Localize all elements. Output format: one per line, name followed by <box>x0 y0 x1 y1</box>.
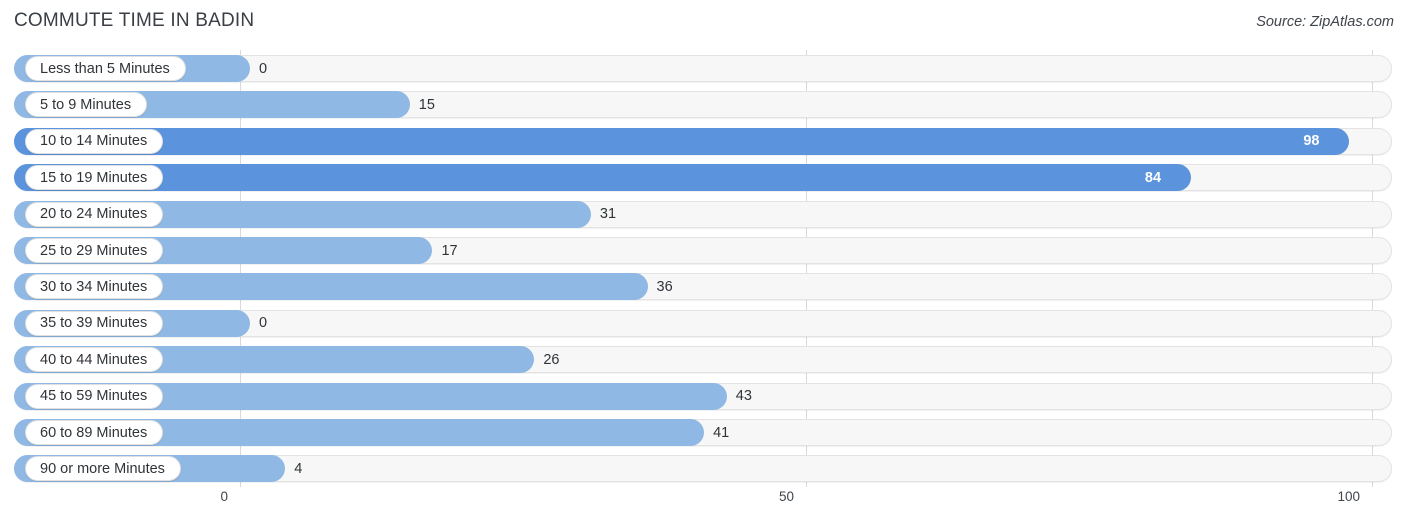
category-label: Less than 5 Minutes <box>25 56 186 81</box>
bar-value-label: 0 <box>259 315 268 332</box>
category-label: 60 to 89 Minutes <box>25 420 164 445</box>
bar-value-label: 98 <box>1303 133 1320 150</box>
bar-value-label: 36 <box>656 278 673 295</box>
x-axis: 0 50 100 <box>0 487 1406 523</box>
bar-row[interactable]: 10 to 14 Minutes 98 <box>14 127 1392 155</box>
category-label: 30 to 34 Minutes <box>25 274 164 300</box>
page-title: COMMUTE TIME IN BADIN <box>14 10 255 31</box>
bar-fill <box>14 164 1191 192</box>
x-axis-tick: 0 <box>220 489 228 504</box>
category-label: 35 to 39 Minutes <box>25 310 164 336</box>
category-label: 25 to 29 Minutes <box>25 238 164 263</box>
bar-value-label: 0 <box>259 60 268 77</box>
bar-fill <box>14 127 1350 155</box>
bar-value-label: 26 <box>543 351 560 368</box>
category-label: 40 to 44 Minutes <box>25 347 164 373</box>
category-label: 15 to 19 Minutes <box>25 165 164 191</box>
bar-value-label: 17 <box>441 242 458 259</box>
bar-value-label: 43 <box>735 388 752 405</box>
bar-row[interactable]: Less than 5 Minutes 0 <box>14 55 1392 82</box>
bar-row[interactable]: 35 to 39 Minutes 0 <box>14 309 1392 337</box>
bar-row[interactable]: 15 to 19 Minutes 84 <box>14 164 1392 192</box>
bar-row[interactable]: 90 or more Minutes 4 <box>14 455 1392 483</box>
category-label: 20 to 24 Minutes <box>25 201 164 227</box>
chart-container: COMMUTE TIME IN BADIN Source: ZipAtlas.c… <box>0 0 1406 523</box>
bar-row[interactable]: 45 to 59 Minutes 43 <box>14 382 1392 410</box>
bar-row[interactable]: 20 to 24 Minutes 31 <box>14 200 1392 228</box>
bar-row[interactable]: 30 to 34 Minutes 36 <box>14 273 1392 301</box>
bar-row[interactable]: 60 to 89 Minutes 41 <box>14 419 1392 446</box>
category-label: 90 or more Minutes <box>25 456 181 482</box>
bar-value-label: 84 <box>1144 169 1162 186</box>
bar-value-label: 41 <box>713 424 730 441</box>
bar-row[interactable]: 25 to 29 Minutes 17 <box>14 237 1392 264</box>
x-axis-tick: 100 <box>1337 489 1360 504</box>
category-label: 10 to 14 Minutes <box>25 128 164 154</box>
bar-value-label: 31 <box>599 206 617 223</box>
category-label: 5 to 9 Minutes <box>25 92 148 118</box>
source-attribution: Source: ZipAtlas.com <box>1256 14 1394 30</box>
bar-row[interactable]: 5 to 9 Minutes 15 <box>14 91 1392 119</box>
bar-value-label: 15 <box>418 96 435 113</box>
plot-area: Less than 5 Minutes 0 5 to 9 Minutes 15 10 t… <box>0 50 1406 487</box>
bar-row[interactable]: 40 to 44 Minutes 26 <box>14 346 1392 374</box>
x-axis-tick: 50 <box>778 489 794 504</box>
bar-value-label: 4 <box>294 460 303 477</box>
category-label: 45 to 59 Minutes <box>25 383 164 409</box>
